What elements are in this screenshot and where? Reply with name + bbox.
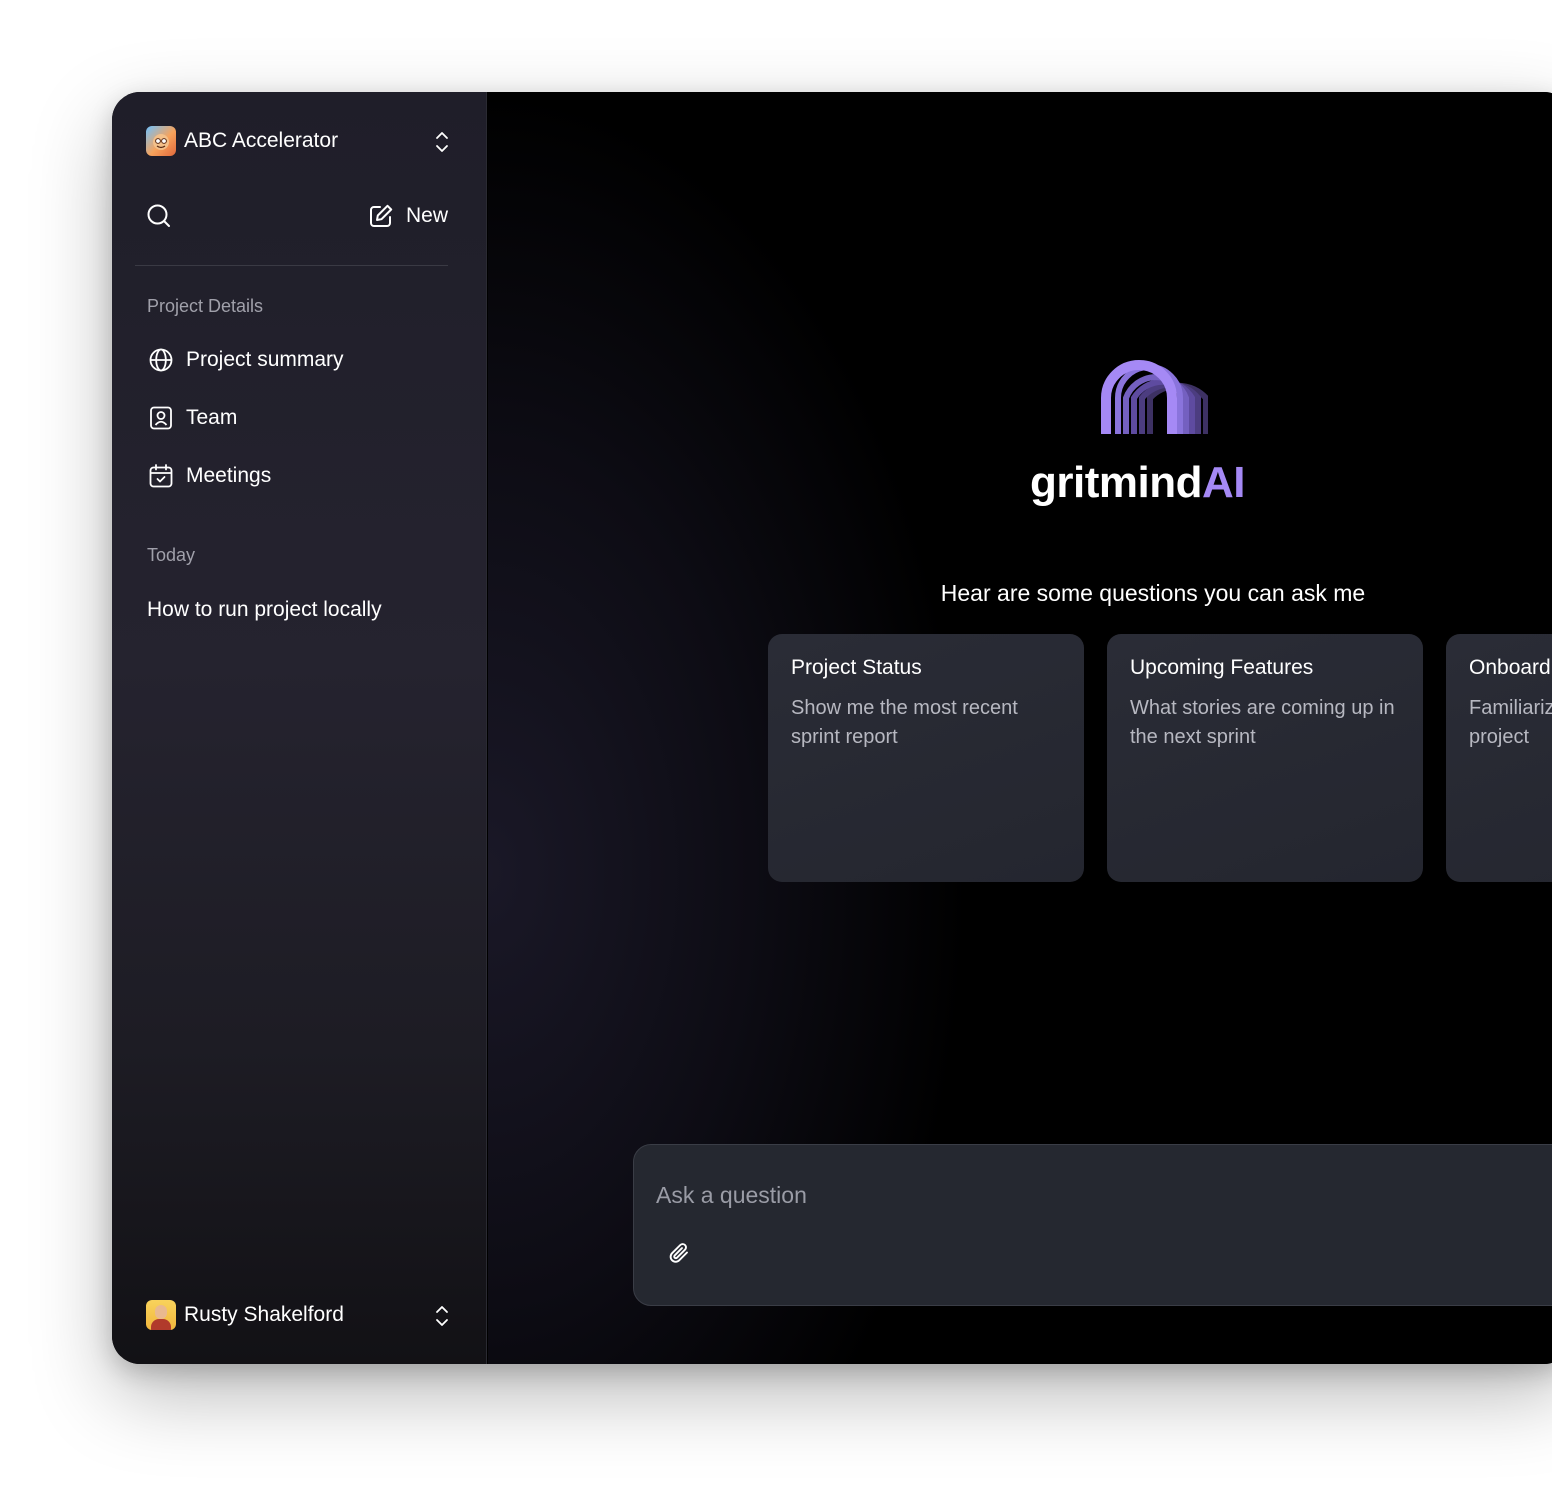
card-title: Project Status — [791, 656, 922, 679]
chevron-up-down-icon[interactable] — [434, 129, 450, 155]
user-name: Rusty Shakelford — [184, 1303, 344, 1326]
workspace-avatar-icon — [146, 126, 176, 156]
composer — [633, 1144, 1552, 1306]
user-avatar — [146, 1300, 176, 1330]
chevron-up-down-icon[interactable] — [434, 1303, 450, 1329]
section-label-project-details: Project Details — [147, 296, 264, 316]
suggestion-card-project-status[interactable]: Project Status Show me the most recent s… — [768, 634, 1084, 882]
calendar-check-icon — [149, 464, 173, 488]
suggestion-card-upcoming-features[interactable]: Upcoming Features What stories are comin… — [1107, 634, 1423, 882]
card-description: Familiarize me with the project — [1469, 697, 1552, 748]
card-title: Onboarding — [1469, 656, 1552, 679]
suggestions-heading: Hear are some questions you can ask me — [940, 580, 1366, 606]
sidebar-toolbar: New — [146, 200, 448, 232]
question-input[interactable] — [656, 1175, 1536, 1215]
app-window: ABC Accelerator New Project Details Proj… — [112, 92, 1552, 1364]
sidebar-item-project-summary[interactable]: Project summary — [148, 347, 344, 373]
brand-wordmark: gritmindAI — [1030, 458, 1245, 514]
sidebar: ABC Accelerator New Project Details Proj… — [112, 92, 487, 1364]
brand-suffix: AI — [1201, 458, 1246, 507]
workspace-name: ABC Accelerator — [184, 129, 339, 152]
chat-main: gritmindAI Hear are some questions you c… — [488, 92, 1552, 1364]
sidebar-item-team[interactable]: Team — [148, 405, 237, 431]
gritmind-logo-icon — [1101, 360, 1208, 434]
card-title: Upcoming Features — [1130, 656, 1314, 679]
paperclip-icon[interactable] — [667, 1241, 693, 1267]
globe-icon — [149, 348, 173, 372]
new-chat-button[interactable]: New — [368, 203, 448, 229]
sidebar-item-label: Team — [186, 406, 238, 429]
sidebar-item-label: Project summary — [186, 348, 344, 371]
search-icon[interactable] — [146, 203, 172, 229]
card-description: Show me the most recent sprint report — [791, 697, 1018, 748]
new-chat-label: New — [405, 204, 448, 227]
sidebar-item-label: Meetings — [186, 464, 272, 487]
card-description: What stories are coming up in the next s… — [1130, 697, 1395, 748]
brand-word: gritmind — [1030, 458, 1202, 507]
contact-icon — [150, 406, 172, 430]
sidebar-item-meetings[interactable]: Meetings — [148, 463, 271, 489]
section-label-today: Today — [147, 545, 196, 565]
chat-history-item[interactable]: How to run project locally — [147, 598, 382, 622]
sidebar-divider — [135, 265, 448, 266]
user-switcher[interactable]: Rusty Shakelford — [146, 1300, 450, 1330]
suggestion-card-onboarding[interactable]: Onboarding Familiarize me with the proje… — [1446, 634, 1552, 882]
edit-icon — [369, 204, 393, 227]
workspace-switcher[interactable]: ABC Accelerator — [146, 126, 450, 156]
